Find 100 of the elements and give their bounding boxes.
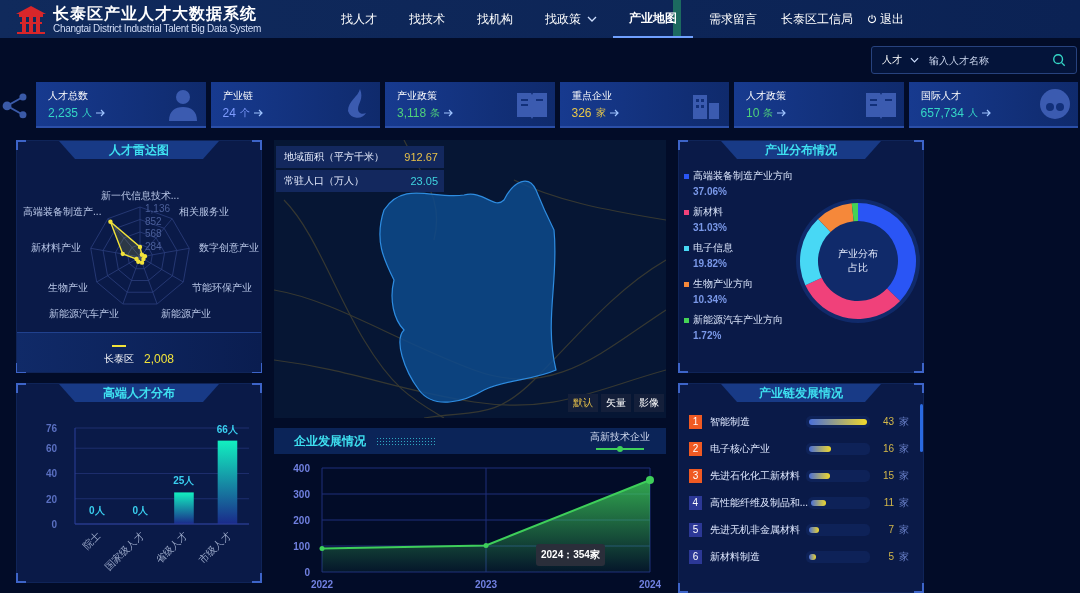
stat-label: 人才总数 bbox=[48, 88, 89, 103]
nav-tab[interactable]: 需求留言 bbox=[693, 0, 773, 38]
stat-card[interactable]: 产业链 24 个 bbox=[210, 82, 380, 128]
app-title: 长泰区产业人才大数据系统 bbox=[53, 3, 258, 23]
value-label: 0人 bbox=[88, 505, 105, 516]
arrow-right-icon bbox=[981, 108, 992, 117]
count-value: 5 bbox=[887, 551, 894, 562]
industry-name: 电子核心产业 bbox=[710, 441, 771, 456]
industry-name: 先进无机非金属材料 bbox=[710, 522, 801, 537]
section-title: 企业发展情况 bbox=[294, 432, 366, 450]
stat-card[interactable]: 人才政策 10 条 bbox=[734, 82, 904, 128]
info-label: 常驻人口（万人） bbox=[284, 174, 364, 188]
axis-label: 新能源汽车产业 bbox=[49, 308, 120, 320]
industry-name: 智能制造 bbox=[710, 414, 751, 429]
stat-value: 326 bbox=[571, 105, 592, 120]
data-point bbox=[483, 543, 489, 548]
axis-label: 新能源产业 bbox=[160, 308, 211, 320]
legend-label: 长泰区 bbox=[104, 352, 134, 366]
nav-tab[interactable]: 找机构 bbox=[461, 0, 529, 38]
stat-card[interactable]: 重点企业 326 家 bbox=[559, 82, 729, 128]
corner-bracket bbox=[16, 573, 26, 583]
data-point bbox=[108, 219, 113, 224]
category-label: 院士 bbox=[80, 529, 103, 552]
map-view[interactable]: 地域面积（平方千米） 912.67 常驻人口（万人） 23.05 默认 矢量 影像 bbox=[274, 140, 666, 418]
value-label: 25人 bbox=[173, 475, 195, 487]
legend-percent: 1.72% bbox=[692, 330, 722, 341]
axis-tick-label: 200 bbox=[293, 515, 310, 526]
nav-tab[interactable]: 找技术 bbox=[393, 0, 461, 38]
count-unit: 家 bbox=[899, 414, 909, 429]
stat-label: 产业政策 bbox=[397, 88, 438, 103]
rank-badge: 2 bbox=[689, 441, 702, 456]
count-value: 43 bbox=[881, 416, 894, 427]
scrollbar-thumb[interactable] bbox=[920, 404, 923, 452]
legend-percent: 37.06% bbox=[692, 186, 727, 197]
axis-tick-label: 2023 bbox=[474, 579, 498, 590]
stat-label: 产业链 bbox=[222, 88, 254, 103]
axis-tick-label: 852 bbox=[145, 215, 162, 227]
data-point bbox=[120, 251, 125, 257]
map-mode-button[interactable]: 矢量 bbox=[601, 394, 631, 412]
stat-value: 24 bbox=[222, 105, 236, 120]
axis-tick-label: 76 bbox=[45, 423, 57, 434]
category-label: 省级人才 bbox=[153, 529, 190, 566]
axis-label: 数字创意产业 bbox=[199, 241, 260, 253]
rank-badge: 5 bbox=[689, 522, 702, 537]
category-select[interactable]: 人才 bbox=[882, 53, 919, 67]
data-point bbox=[646, 475, 654, 484]
stat-unit: 条 bbox=[430, 105, 441, 120]
axis-label: 节能环保产业 bbox=[191, 282, 252, 293]
bar bbox=[174, 492, 194, 524]
industry-name: 新材料制造 bbox=[710, 549, 761, 564]
app-subtitle: Changtai District Industrial Talent Big Data System bbox=[53, 22, 262, 35]
stat-label: 重点企业 bbox=[571, 88, 613, 103]
count-unit: 家 bbox=[899, 468, 909, 483]
data-point bbox=[137, 244, 143, 250]
axis-label: 相关服务业 bbox=[178, 206, 229, 218]
stat-unit: 个 bbox=[239, 105, 250, 120]
axis-tick-label: 1,136 bbox=[145, 203, 171, 214]
count-unit: 家 bbox=[899, 522, 909, 537]
corner-bracket bbox=[252, 573, 262, 583]
chevron-down-icon bbox=[587, 16, 597, 22]
corner-bracket bbox=[914, 583, 924, 593]
nav-tab[interactable]: 产业地图 bbox=[613, 0, 693, 38]
arrow-right-icon bbox=[253, 108, 264, 117]
map-mode-button[interactable]: 影像 bbox=[634, 394, 664, 412]
search-icon[interactable] bbox=[1052, 53, 1066, 67]
axis-label: 新一代信息技术... bbox=[100, 190, 180, 201]
power-icon bbox=[867, 14, 877, 24]
stat-unit: 条 bbox=[763, 105, 774, 120]
logout-link[interactable]: 退出 bbox=[867, 10, 904, 28]
axis-tick-label: 2022 bbox=[310, 579, 334, 590]
rank-badge: 1 bbox=[689, 414, 702, 429]
stat-card[interactable]: 人才总数 2,235 人 bbox=[36, 82, 206, 128]
count-unit: 家 bbox=[899, 549, 909, 564]
info-label: 地域面积（平方千米） bbox=[284, 150, 384, 164]
rank-badge: 4 bbox=[689, 495, 702, 510]
stat-card[interactable]: 产业政策 3,118 条 bbox=[385, 82, 555, 128]
legend-label: 高新技术企业 bbox=[590, 430, 650, 444]
legend-label: 新能源汽车产业方向 bbox=[693, 313, 783, 327]
info-value: 23.05 bbox=[410, 175, 438, 187]
stat-value: 10 bbox=[746, 105, 760, 120]
arrow-right-icon bbox=[609, 108, 620, 117]
nav-tab[interactable]: 找人才 bbox=[325, 0, 393, 38]
arrow-right-icon bbox=[444, 108, 455, 117]
axis-tick-label: 20 bbox=[45, 493, 57, 505]
value-label: 0人 bbox=[132, 505, 149, 516]
user-name: 长泰区工信局 bbox=[781, 10, 853, 28]
search-field[interactable]: 人才 输入人才名称 bbox=[871, 46, 1077, 74]
category-label: 国家级人才 bbox=[102, 529, 146, 573]
map-mode-button[interactable]: 默认 bbox=[568, 394, 598, 412]
legend-percent: 10.34% bbox=[692, 294, 727, 305]
legend-label: 高端装备制造产业方向 bbox=[693, 169, 793, 183]
count-value: 11 bbox=[882, 497, 894, 508]
axis-label: 生物产业 bbox=[48, 282, 89, 293]
axis-label: 新材料产业 bbox=[30, 241, 81, 253]
stat-label: 国际人才 bbox=[920, 88, 962, 103]
stat-unit: 人 bbox=[967, 105, 978, 120]
data-point bbox=[319, 546, 325, 552]
nav-tab[interactable]: 找政策 bbox=[529, 0, 613, 38]
stat-card[interactable]: 国际人才 657,734 人 bbox=[908, 82, 1078, 128]
rank-badge: 6 bbox=[689, 549, 702, 564]
